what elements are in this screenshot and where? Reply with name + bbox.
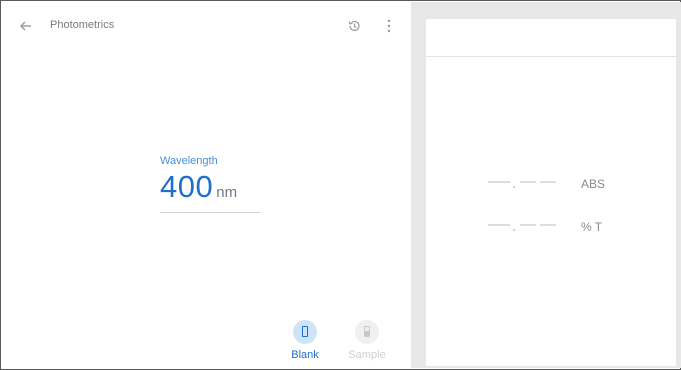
card-divider bbox=[426, 56, 676, 57]
wavelength-unit: nm bbox=[216, 184, 238, 201]
history-icon[interactable] bbox=[347, 19, 361, 33]
more-vert-icon[interactable] bbox=[384, 18, 394, 34]
results-area: ABS % T bbox=[411, 2, 681, 368]
arrow-back-icon[interactable] bbox=[17, 17, 35, 35]
blank-label: Blank bbox=[291, 349, 319, 361]
sample-circle[interactable] bbox=[355, 320, 379, 344]
absorbance-placeholder bbox=[488, 181, 556, 188]
wavelength-underline bbox=[160, 212, 260, 213]
blank-button[interactable]: Blank bbox=[275, 320, 335, 361]
results-card: ABS % T bbox=[426, 19, 676, 366]
measurement-panel: Photometrics Wavelength 400 nm Blank Sam… bbox=[2, 2, 411, 368]
wavelength-label: Wavelength bbox=[160, 155, 218, 167]
cuvette-empty-icon bbox=[302, 326, 308, 337]
app-window: Photometrics Wavelength 400 nm Blank Sam… bbox=[0, 0, 681, 370]
cuvette-filled-icon bbox=[364, 326, 370, 337]
page-title: Photometrics bbox=[50, 19, 115, 31]
wavelength-field[interactable]: 400 nm bbox=[160, 169, 237, 205]
transmittance-unit: % T bbox=[581, 220, 603, 234]
top-app-bar: Photometrics bbox=[2, 2, 411, 46]
sample-button[interactable]: Sample bbox=[337, 320, 397, 361]
wavelength-value[interactable]: 400 bbox=[160, 169, 213, 204]
absorbance-unit: ABS bbox=[581, 177, 606, 191]
transmittance-placeholder bbox=[488, 224, 556, 231]
sample-label: Sample bbox=[348, 349, 386, 361]
blank-circle[interactable] bbox=[293, 320, 317, 344]
